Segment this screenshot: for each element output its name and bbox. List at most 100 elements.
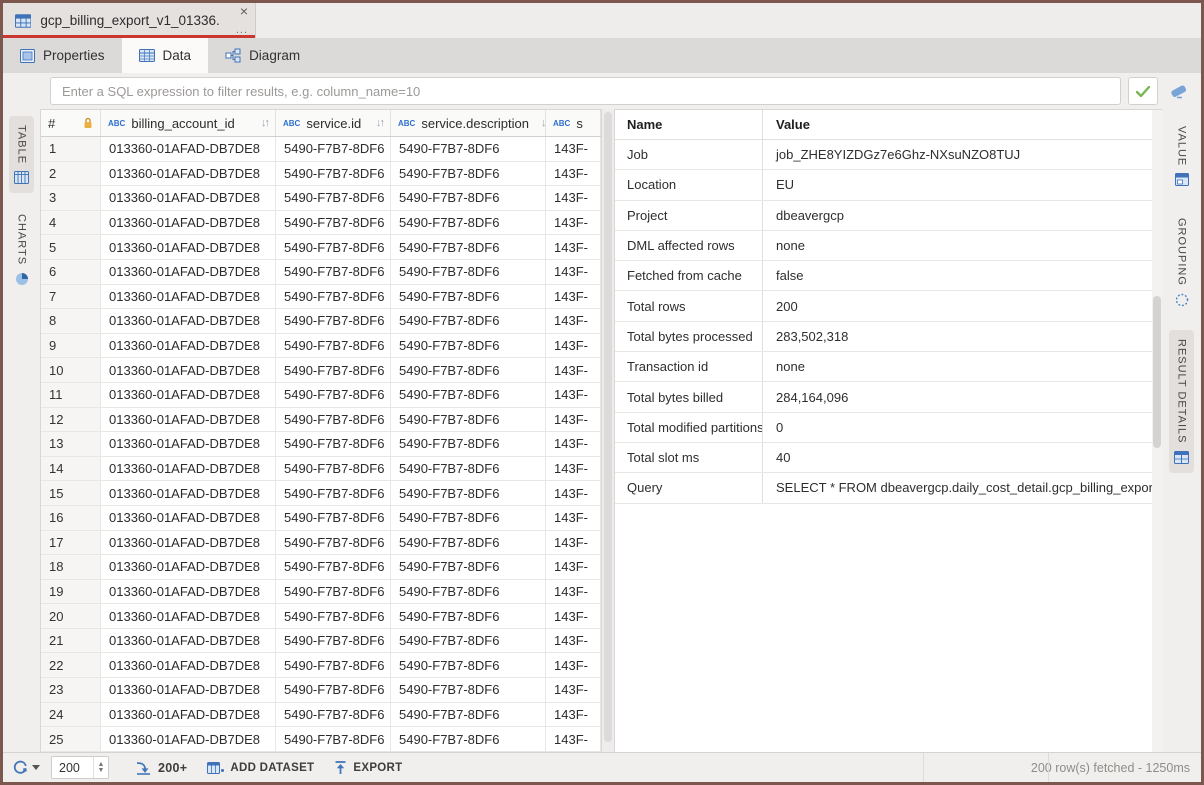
grid-cell[interactable]: 013360-01AFAD-DB7DE8	[101, 457, 276, 482]
grid-cell[interactable]: 5490-F7B7-8DF6	[391, 432, 546, 457]
apply-filter-button[interactable]	[1128, 77, 1158, 105]
grid-cell[interactable]: 143F-	[546, 555, 601, 580]
grid-cell[interactable]: 5490-F7B7-8DF6	[276, 678, 391, 703]
grid-cell[interactable]: 013360-01AFAD-DB7DE8	[101, 309, 276, 334]
grid-cell[interactable]: 5490-F7B7-8DF6	[391, 137, 546, 162]
column-header-service-description[interactable]: ABC service.description ↓↑	[391, 110, 546, 136]
fetch-size-input[interactable]	[52, 757, 93, 778]
details-row[interactable]: Jobjob_ZHE8YIZDGz7e6Ghz-NXsuNZO8TUJ	[615, 140, 1162, 170]
grid-cell[interactable]: 013360-01AFAD-DB7DE8	[101, 137, 276, 162]
grid-cell[interactable]: 013360-01AFAD-DB7DE8	[101, 555, 276, 580]
row-number[interactable]: 11	[41, 383, 101, 408]
grid-cell[interactable]: 5490-F7B7-8DF6	[276, 506, 391, 531]
details-row[interactable]: DML affected rowsnone	[615, 231, 1162, 261]
grid-cell[interactable]: 013360-01AFAD-DB7DE8	[101, 383, 276, 408]
grid-cell[interactable]: 5490-F7B7-8DF6	[276, 703, 391, 728]
grid-cell[interactable]: 5490-F7B7-8DF6	[391, 703, 546, 728]
grid-cell[interactable]: 013360-01AFAD-DB7DE8	[101, 334, 276, 359]
grid-cell[interactable]: 5490-F7B7-8DF6	[391, 727, 546, 752]
grid-cell[interactable]: 143F-	[546, 629, 601, 654]
grid-cell[interactable]: 143F-	[546, 383, 601, 408]
grid-cell[interactable]: 5490-F7B7-8DF6	[276, 309, 391, 334]
details-row[interactable]: Fetched from cachefalse	[615, 261, 1162, 291]
details-row[interactable]: Total bytes processed283,502,318	[615, 322, 1162, 352]
tab-grouping[interactable]: GROUPING	[1170, 209, 1194, 316]
grid-cell[interactable]: 5490-F7B7-8DF6	[391, 481, 546, 506]
grid-cell[interactable]: 5490-F7B7-8DF6	[391, 408, 546, 433]
grid-cell[interactable]: 5490-F7B7-8DF6	[276, 334, 391, 359]
details-row[interactable]: Total modified partitions0	[615, 413, 1162, 443]
row-number[interactable]: 1	[41, 137, 101, 162]
grid-cell[interactable]: 5490-F7B7-8DF6	[276, 653, 391, 678]
grid-cell[interactable]: 013360-01AFAD-DB7DE8	[101, 727, 276, 752]
grid-cell[interactable]: 5490-F7B7-8DF6	[276, 211, 391, 236]
grid-cell[interactable]: 5490-F7B7-8DF6	[276, 580, 391, 605]
details-row[interactable]: Projectdbeavergcp	[615, 201, 1162, 231]
grid-cell[interactable]: 5490-F7B7-8DF6	[276, 358, 391, 383]
grid-cell[interactable]: 5490-F7B7-8DF6	[276, 432, 391, 457]
row-number[interactable]: 21	[41, 629, 101, 654]
grid-cell[interactable]: 5490-F7B7-8DF6	[276, 235, 391, 260]
column-header-truncated[interactable]: ABC s	[546, 110, 601, 136]
row-number[interactable]: 4	[41, 211, 101, 236]
grid-cell[interactable]: 5490-F7B7-8DF6	[276, 727, 391, 752]
grid-cell[interactable]: 013360-01AFAD-DB7DE8	[101, 358, 276, 383]
grid-cell[interactable]: 143F-	[546, 506, 601, 531]
grid-cell[interactable]: 013360-01AFAD-DB7DE8	[101, 506, 276, 531]
sort-icon[interactable]: ↓↑	[261, 117, 268, 129]
grid-cell[interactable]: 5490-F7B7-8DF6	[391, 260, 546, 285]
tab-result-details[interactable]: RESULT DETAILS	[1169, 330, 1194, 472]
grid-cell[interactable]: 143F-	[546, 285, 601, 310]
row-number[interactable]: 10	[41, 358, 101, 383]
add-dataset-button[interactable]: ADD DATASET	[207, 761, 314, 775]
grid-cell[interactable]: 013360-01AFAD-DB7DE8	[101, 285, 276, 310]
tab-table[interactable]: TABLE	[9, 116, 34, 193]
grid-cell[interactable]: 013360-01AFAD-DB7DE8	[101, 629, 276, 654]
details-row[interactable]: Transaction idnone	[615, 352, 1162, 382]
fetch-size-stepper[interactable]: ▲▼	[93, 757, 108, 778]
grid-cell[interactable]: 143F-	[546, 162, 601, 187]
stepper-down-icon[interactable]: ▼	[98, 768, 105, 774]
row-number[interactable]: 7	[41, 285, 101, 310]
grid-cell[interactable]: 5490-F7B7-8DF6	[276, 604, 391, 629]
grid-cell[interactable]: 143F-	[546, 309, 601, 334]
grid-cell[interactable]: 5490-F7B7-8DF6	[276, 186, 391, 211]
details-scrollbar-thumb[interactable]	[1153, 296, 1161, 448]
grid-cell[interactable]: 5490-F7B7-8DF6	[391, 211, 546, 236]
grid-cell[interactable]: 143F-	[546, 678, 601, 703]
grid-cell[interactable]: 5490-F7B7-8DF6	[391, 653, 546, 678]
grid-cell[interactable]: 5490-F7B7-8DF6	[391, 285, 546, 310]
tab-value[interactable]: VALUE	[1170, 117, 1194, 195]
grid-cell[interactable]: 5490-F7B7-8DF6	[391, 162, 546, 187]
row-number[interactable]: 8	[41, 309, 101, 334]
grid-cell[interactable]: 5490-F7B7-8DF6	[276, 383, 391, 408]
tab-overflow-icon[interactable]: ...	[236, 26, 248, 34]
grid-cell[interactable]: 143F-	[546, 260, 601, 285]
grid-cell[interactable]: 143F-	[546, 211, 601, 236]
row-number[interactable]: 14	[41, 457, 101, 482]
grid-cell[interactable]: 143F-	[546, 334, 601, 359]
grid-cell[interactable]: 013360-01AFAD-DB7DE8	[101, 678, 276, 703]
row-number[interactable]: 2	[41, 162, 101, 187]
row-number[interactable]: 22	[41, 653, 101, 678]
row-number[interactable]: 20	[41, 604, 101, 629]
grid-cell[interactable]: 5490-F7B7-8DF6	[276, 260, 391, 285]
grid-cell[interactable]: 143F-	[546, 531, 601, 556]
grid-cell[interactable]: 013360-01AFAD-DB7DE8	[101, 408, 276, 433]
row-number[interactable]: 3	[41, 186, 101, 211]
row-number[interactable]: 12	[41, 408, 101, 433]
grid-cell[interactable]: 013360-01AFAD-DB7DE8	[101, 432, 276, 457]
column-header-service-id[interactable]: ABC service.id ↓↑	[276, 110, 391, 136]
grid-cell[interactable]: 5490-F7B7-8DF6	[391, 358, 546, 383]
tab-properties[interactable]: Properties	[3, 38, 122, 73]
grid-cell[interactable]: 013360-01AFAD-DB7DE8	[101, 653, 276, 678]
close-icon[interactable]: ×	[240, 4, 248, 18]
grid-cell[interactable]: 143F-	[546, 137, 601, 162]
grid-cell[interactable]: 5490-F7B7-8DF6	[276, 555, 391, 580]
details-row[interactable]: Total bytes billed284,164,096	[615, 382, 1162, 412]
row-number[interactable]: 24	[41, 703, 101, 728]
grid-vertical-scrollbar[interactable]	[602, 109, 614, 752]
tab-data[interactable]: Data	[122, 38, 209, 73]
row-number[interactable]: 17	[41, 531, 101, 556]
row-number[interactable]: 6	[41, 260, 101, 285]
